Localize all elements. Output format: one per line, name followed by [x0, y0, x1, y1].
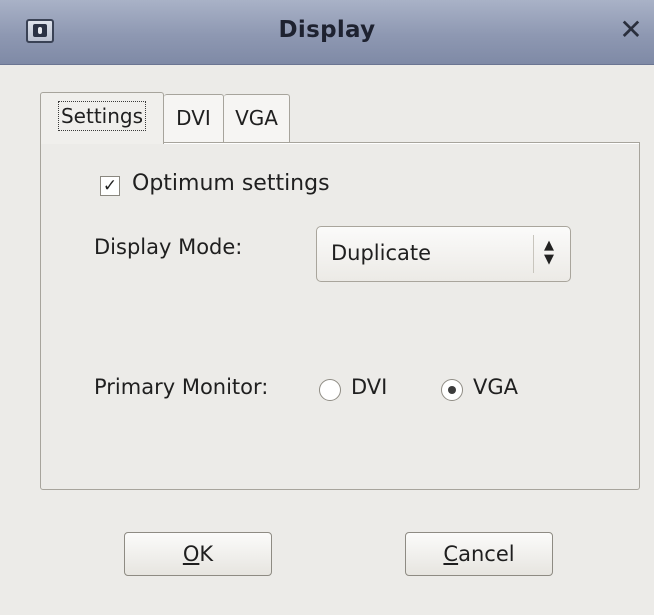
ok-label-rest: K [199, 542, 214, 566]
ok-mnemonic: O [182, 542, 200, 566]
window-title: Display [278, 17, 376, 43]
close-icon[interactable]: ✕ [616, 14, 646, 46]
tab-settings-label: Settings [57, 101, 147, 131]
primary-monitor-label: Primary Monitor: [94, 375, 269, 399]
title-bar[interactable]: Display ✕ [0, 0, 654, 65]
ok-button[interactable]: OK [124, 532, 272, 576]
primary-monitor-vga-radio[interactable] [441, 379, 463, 401]
primary-monitor-vga-label[interactable]: VGA [473, 375, 518, 399]
optimum-settings-checkbox[interactable]: ✓ [100, 176, 120, 196]
tab-dvi-label: DVI [176, 106, 211, 130]
tab-vga[interactable]: VGA [224, 94, 290, 142]
tab-settings[interactable]: Settings [40, 92, 164, 144]
optimum-settings-label[interactable]: Optimum settings [132, 171, 330, 196]
radio-selected-dot [448, 386, 456, 394]
cancel-button[interactable]: Cancel [405, 532, 553, 576]
display-dialog: Display ✕ Settings DVI VGA ✓ Optimum set… [0, 0, 654, 615]
settings-panel: ✓ Optimum settings Display Mode: Duplica… [40, 142, 640, 490]
tab-dvi[interactable]: DVI [164, 94, 224, 142]
display-mode-select[interactable]: Duplicate ▲ ▼ [316, 226, 571, 282]
tab-vga-label: VGA [235, 106, 278, 130]
select-separator [533, 235, 534, 273]
primary-monitor-dvi-label[interactable]: DVI [351, 375, 387, 399]
updown-arrows-icon: ▲ ▼ [544, 238, 554, 267]
display-mode-value: Duplicate [331, 241, 432, 265]
cancel-mnemonic: C [443, 542, 459, 566]
display-mode-label: Display Mode: [94, 235, 243, 259]
primary-monitor-dvi-radio[interactable] [319, 379, 341, 401]
cancel-label-rest: ancel [458, 542, 515, 566]
